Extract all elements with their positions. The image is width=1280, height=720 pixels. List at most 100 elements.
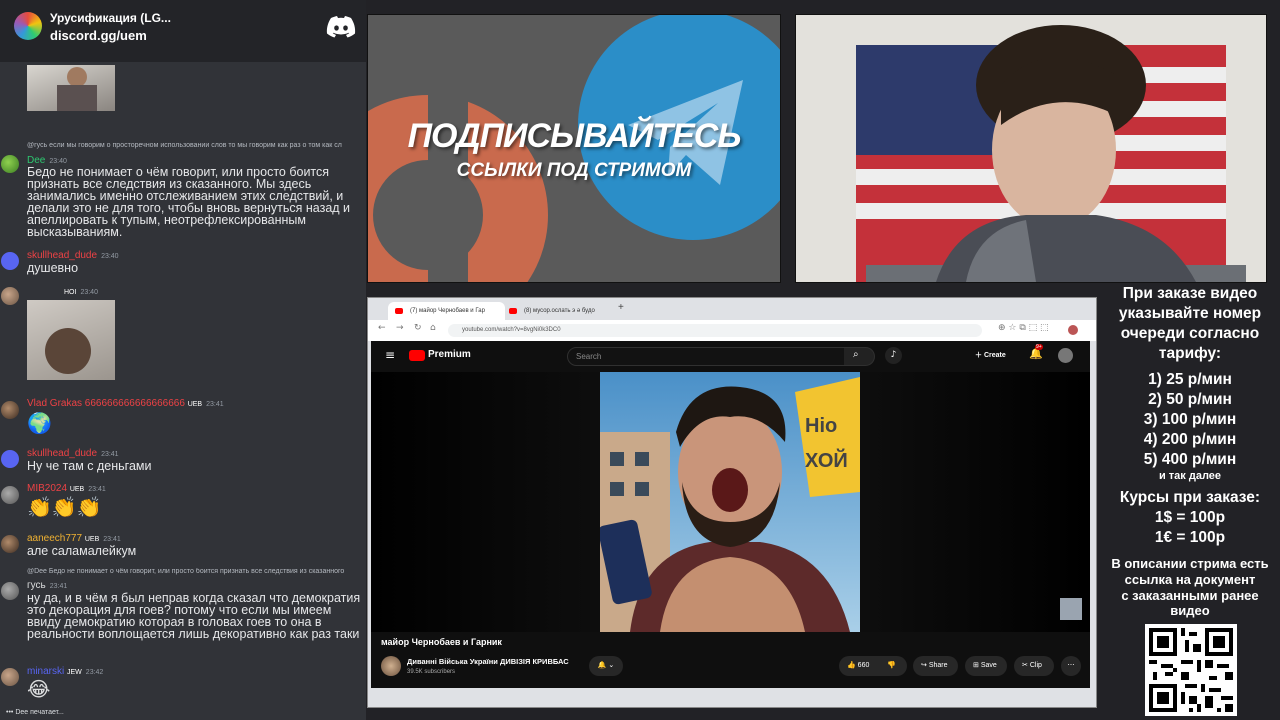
desc-line: с заказанными ранее (1121, 588, 1259, 603)
chat-header: Урусификация (LG... discord.gg/uem (0, 0, 366, 62)
channel-avatar[interactable] (381, 656, 401, 676)
svg-text:ХОЙ: ХОЙ (805, 448, 848, 472)
avatar[interactable] (1, 535, 19, 553)
browser-tab-active[interactable]: (7) майор Чернобаев и Гар (388, 302, 505, 320)
user-badge: UEB (84, 536, 100, 543)
promo-title: ПОДПИСЫВАЙТЕСЬ (407, 117, 742, 155)
back-icon[interactable]: ← (378, 323, 386, 333)
tariff-item: 5) 400 р/мин (1143, 451, 1237, 468)
more-actions-button[interactable]: ⋯ (1061, 656, 1081, 676)
user-badge: HOI (64, 289, 77, 296)
author-row: minarski JEW 23:42 (27, 666, 103, 677)
timestamp: 23:42 (85, 669, 104, 676)
search-input[interactable]: Search (567, 347, 853, 366)
author-row: гусь 23:41 (27, 580, 67, 591)
timestamp: 23:41 (88, 486, 106, 493)
save-icon: ⊞ (973, 662, 979, 669)
timestamp: 23:40 (101, 253, 119, 260)
timestamp: 23:41 (101, 451, 119, 458)
thumbs-up-icon: 👍 (847, 662, 856, 669)
home-icon[interactable]: ⌂ (430, 323, 436, 333)
miniplayer-thumbnail[interactable] (1060, 598, 1082, 620)
timestamp: 23:40 (49, 158, 67, 165)
reply-preview[interactable]: @Dee Бедо не понимает о чём говорит, или… (27, 568, 365, 575)
message-text: але саламалейкум (27, 544, 137, 558)
message-text: ну да, и в чём я был неправ когда сказал… (27, 591, 361, 641)
avatar[interactable] (1, 401, 19, 419)
save-label: Save (980, 662, 997, 669)
server-icon (14, 12, 42, 40)
create-label: Create (983, 352, 1006, 359)
avatar[interactable] (1, 155, 19, 173)
video-title: майор Чернобаев и Гарник (381, 637, 502, 647)
dislike-button[interactable]: 👎 (887, 656, 896, 676)
reload-icon[interactable]: ↻ (414, 323, 422, 333)
svg-text:Hio: Hio (805, 415, 837, 437)
rate-item: 1€ = 100р (1154, 529, 1226, 546)
user-badge: UEB (69, 486, 85, 493)
avatar[interactable] (1, 582, 19, 600)
author-name[interactable]: гусь (27, 580, 46, 591)
message-text: Ну че там с деньгами (27, 459, 152, 473)
like-button[interactable]: 👍 660 (847, 656, 869, 676)
info-line: При заказе видео (1122, 285, 1258, 302)
more-icon: ⋯ (1067, 662, 1075, 669)
tariff-item: 3) 100 р/мин (1143, 411, 1237, 428)
promo-banner: ПОДПИСЫВАЙТЕСЬ ССЫЛКИ ПОД СТРИМОМ (367, 14, 781, 283)
share-button[interactable]: ↪ Share (913, 656, 958, 676)
desc-line: В описании стрима есть (1111, 556, 1269, 571)
forward-icon[interactable]: → (396, 323, 404, 333)
extensions-icon[interactable]: ⊕ ☆ ⧉ ⬚ ⬚ (998, 323, 1049, 333)
author-name[interactable]: skullhead_dude (27, 250, 97, 261)
author-row: MIB2024 UEB 23:41 (27, 483, 106, 494)
browser-window: (7) майор Чернобаев и Гар (8) мусор.осла… (367, 297, 1097, 708)
channel-name[interactable]: Диванні Війська України ДИВІЗІЯ КРИВБАС (407, 657, 569, 666)
author-row: Vlad Grakas 666666666666666666 UEB 23:41 (27, 398, 224, 409)
profile-icon[interactable] (1068, 325, 1078, 335)
scissors-icon: ✂ (1022, 662, 1028, 669)
share-icon: ↪ (921, 662, 927, 669)
clip-button[interactable]: ✂ Clip (1014, 656, 1054, 676)
save-button[interactable]: ⊞ Save (965, 656, 1007, 676)
avatar[interactable] (1, 486, 19, 504)
qr-code[interactable] (1145, 624, 1237, 716)
account-avatar[interactable] (1058, 348, 1073, 363)
message-text: душевно (27, 261, 79, 275)
author-name[interactable]: minarski (27, 666, 64, 677)
reply-preview[interactable]: @гусь если мы говорим о просторечном исп… (27, 142, 365, 149)
attached-image[interactable] (27, 65, 115, 111)
author-name[interactable]: skullhead_dude (27, 448, 97, 459)
youtube-logo[interactable]: Premium (428, 349, 471, 360)
author-name[interactable]: MIB2024 (27, 483, 67, 494)
user-badge: UEB (187, 401, 203, 408)
browser-tab[interactable]: (8) мусор.ослать э ә будо (502, 302, 619, 320)
menu-icon[interactable]: ≡ (385, 348, 395, 362)
youtube-favicon-icon (395, 308, 403, 314)
avatar[interactable] (1, 668, 19, 686)
avatar[interactable] (1, 287, 19, 305)
address-bar: ← → ↻ ⌂ youtube.com/watch?v=8vgNi0k3DC0 … (368, 320, 1096, 341)
author-name[interactable]: Vlad Grakas 666666666666666666 (27, 398, 185, 409)
avatar[interactable] (1, 252, 19, 270)
new-tab-button[interactable]: + (618, 302, 624, 313)
info-line: указывайте номер (1118, 305, 1262, 322)
author-name[interactable]: aaneech777 (27, 533, 82, 544)
attached-image[interactable] (27, 300, 115, 380)
timestamp: 23:41 (103, 536, 121, 543)
message-emoji: 🌍 (27, 411, 52, 435)
search-button[interactable]: ⌕ (844, 347, 875, 366)
info-line: тарифу: (1158, 345, 1222, 362)
avatar[interactable] (1, 450, 19, 468)
timestamp: 23:41 (49, 583, 68, 590)
video-player[interactable]: Hio ХОЙ (371, 372, 1090, 632)
create-button[interactable]: ＋ Create (975, 350, 1006, 360)
rate-item: 1$ = 100р (1154, 509, 1226, 526)
youtube-logo-icon[interactable] (409, 350, 425, 361)
subscription-bell-button[interactable]: 🔔 ⌄ (589, 656, 623, 676)
mic-icon[interactable]: ♪ (885, 347, 902, 364)
url-field[interactable]: youtube.com/watch?v=8vgNi0k3DC0 (448, 324, 982, 337)
tab-label: (8) мусор.ослать э ә будо (524, 308, 595, 314)
author-row: aaneech777 UEB 23:41 (27, 533, 121, 544)
video-thumbnail-image: Hio ХОЙ (600, 372, 860, 632)
share-label: Share (928, 662, 948, 669)
